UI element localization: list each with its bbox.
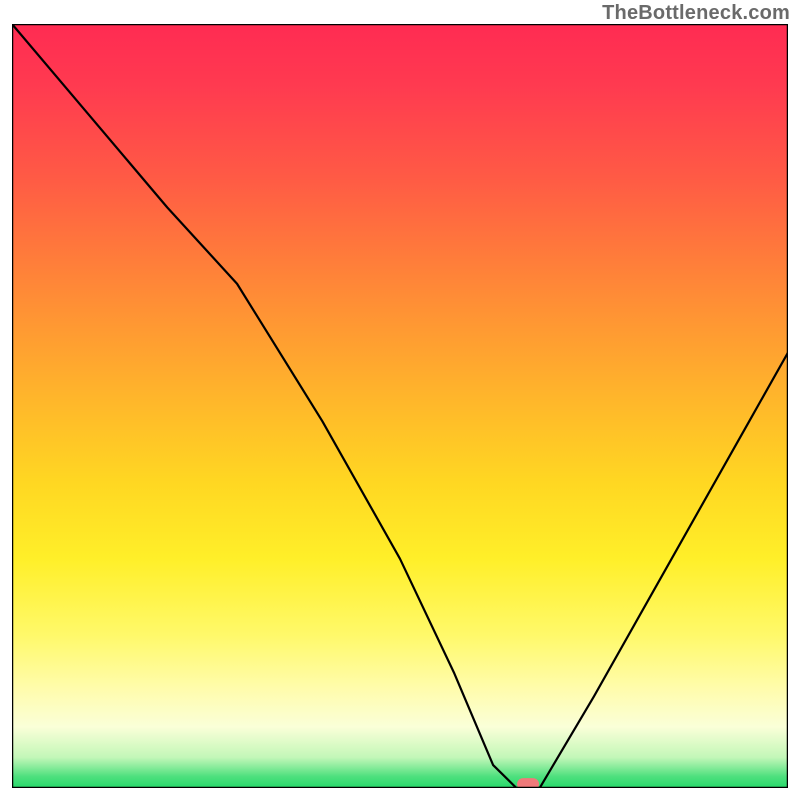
optimal-marker [517, 778, 539, 788]
bottleneck-curve [12, 24, 788, 788]
plot-svg [12, 24, 788, 788]
chart-container: TheBottleneck.com [0, 0, 800, 800]
attribution-label: TheBottleneck.com [602, 2, 790, 25]
plot-frame [12, 24, 788, 788]
plot-area [12, 24, 788, 788]
